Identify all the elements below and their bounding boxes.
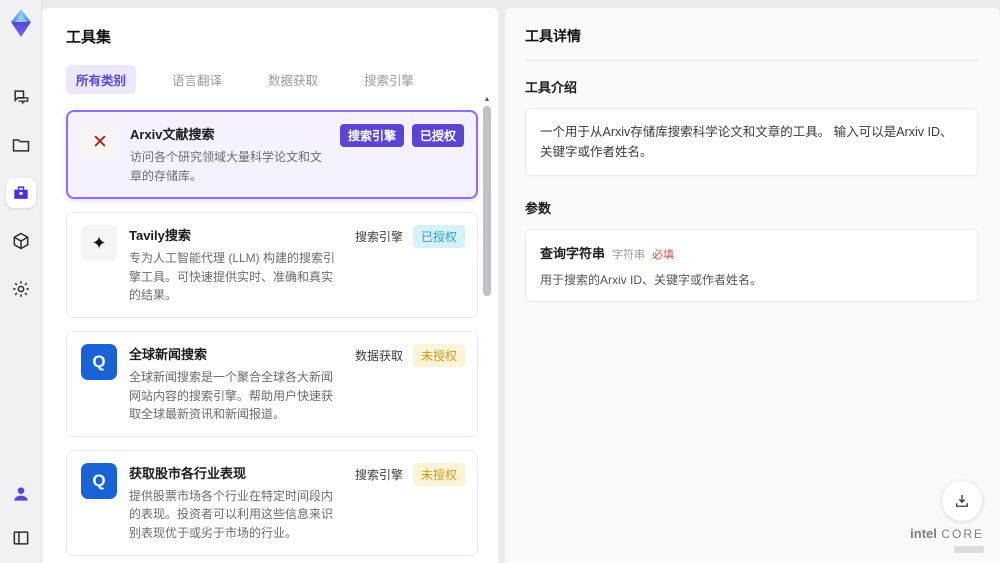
tool-category-badge: 搜索引擎 xyxy=(339,124,404,147)
intro-text: 一个用于从Arxiv存储库搜索科学论文和文章的工具。 输入可以是Arxiv ID… xyxy=(540,125,953,159)
news-app-icon: Q xyxy=(81,343,117,380)
tool-name: Tavily搜索 xyxy=(129,228,191,244)
tool-status-badge: 未授权 xyxy=(412,462,465,486)
tool-card-tavily[interactable]: ✦ Tavily搜索 专为人工智能代理 (LLM) 构建的搜索引擎工具。可快速提… xyxy=(66,212,478,318)
tool-card-sector-performance[interactable]: Q 获取股市各行业表现 提供股票市场各个行业在特定时间段内的表现。投资者可以利用… xyxy=(66,449,478,556)
param-name: 查询字符串 xyxy=(540,246,606,261)
tool-status-badge: 未授权 xyxy=(412,343,465,367)
scroll-up-arrow[interactable]: ▲ xyxy=(482,96,492,104)
folder-icon xyxy=(11,135,31,155)
page-title: 工具集 xyxy=(66,29,112,46)
left-nav-rail xyxy=(0,0,42,563)
tool-card-arxiv[interactable]: ✕ Arxiv文献搜索 访问各个研究领域大量科学论文和文章的存储库。 搜索引擎 … xyxy=(66,110,478,200)
sidebar-item-files[interactable] xyxy=(6,130,36,160)
sidebar-item-chat[interactable] xyxy=(6,82,36,112)
param-type: 字符串 xyxy=(612,249,646,261)
sidebar-item-collapse[interactable] xyxy=(6,523,36,553)
param-box: 查询字符串 字符串 必填 用于搜索的Arxiv ID、关键字或作者姓名。 xyxy=(525,229,978,302)
scrollbar-thumb[interactable] xyxy=(483,106,491,296)
gear-icon xyxy=(11,279,31,299)
toolbox-icon xyxy=(11,183,31,203)
tool-category-badge: 数据获取 xyxy=(354,348,403,363)
download-icon xyxy=(953,492,971,510)
brand-sub-bar xyxy=(954,546,984,553)
param-required-flag: 必填 xyxy=(652,249,675,261)
tavily-star-icon: ✦ xyxy=(81,225,117,262)
arxiv-logo-icon: ✕ xyxy=(82,124,118,160)
intro-heading: 工具介绍 xyxy=(525,80,578,95)
tool-description: 访问各个研究领域大量科学论文和文章的存储库。 xyxy=(130,150,323,183)
tool-description: 全球新闻搜索是一个聚合全球各大新闻网站内容的搜索引擎。帮助用户快速获取全球最新资… xyxy=(129,369,334,422)
category-tabs: 所有类别 语言翻译 数据获取 搜索引擎 xyxy=(66,65,474,94)
sidebar-item-settings[interactable] xyxy=(6,274,36,304)
panel-toggle-icon xyxy=(11,528,31,548)
param-description: 用于搜索的Arxiv ID、关键字或作者姓名。 xyxy=(540,273,763,287)
tool-category-badge: 搜索引擎 xyxy=(354,467,403,482)
download-button[interactable] xyxy=(942,481,982,521)
chat-icon xyxy=(11,87,31,107)
tools-panel: 工具集 所有类别 语言翻译 数据获取 搜索引擎 ✕ Arxiv文献搜索 访问各个… xyxy=(42,8,498,563)
intro-box: 一个用于从Arxiv存储库搜索科学论文和文章的工具。 输入可以是Arxiv ID… xyxy=(525,108,978,176)
intel-brand-text: intel xyxy=(910,526,937,541)
tab-data-fetch[interactable]: 数据获取 xyxy=(258,65,328,94)
finance-app-icon: Q xyxy=(81,462,117,499)
core-brand-text: CORE xyxy=(941,527,984,541)
tool-card-global-news[interactable]: Q 全球新闻搜索 全球新闻搜索是一个聚合全球各大新闻网站内容的搜索引擎。帮助用户… xyxy=(66,330,478,437)
tab-search-engine[interactable]: 搜索引擎 xyxy=(354,65,424,94)
tab-language-translation[interactable]: 语言翻译 xyxy=(162,65,232,94)
intel-core-logo: intel CORE xyxy=(910,525,984,553)
tool-description: 提供股票市场各个行业在特定时间段内的表现。投资者可以利用这些信息来识别表现优于或… xyxy=(129,488,334,540)
sidebar-item-tools[interactable] xyxy=(5,178,36,208)
tool-name: Arxiv文献搜索 xyxy=(130,127,215,142)
app-logo xyxy=(6,8,36,38)
cube-icon xyxy=(11,231,31,251)
workspace: 工具集 所有类别 语言翻译 数据获取 搜索引擎 ✕ Arxiv文献搜索 访问各个… xyxy=(42,0,1000,563)
tool-name: 全球新闻搜索 xyxy=(129,346,208,362)
user-avatar-icon xyxy=(11,484,31,504)
list-scrollbar[interactable]: ▲ ▼ xyxy=(482,96,492,563)
tab-all-categories[interactable]: 所有类别 xyxy=(66,65,137,94)
sidebar-item-packages[interactable] xyxy=(6,226,36,256)
sidebar-item-account[interactable] xyxy=(6,479,36,509)
tool-category-badge: 搜索引擎 xyxy=(354,230,403,245)
tool-status-badge: 已授权 xyxy=(411,124,464,147)
tool-description: 专为人工智能代理 (LLM) 构建的搜索引擎工具。可快速提供实时、准确和真实的结… xyxy=(129,251,336,303)
tool-details-panel: 工具详情 工具介绍 一个用于从Arxiv存储库搜索科学论文和文章的工具。 输入可… xyxy=(505,8,1000,563)
params-heading: 参数 xyxy=(525,201,552,216)
tool-status-badge: 已授权 xyxy=(412,225,465,249)
tool-name: 获取股市各行业表现 xyxy=(129,465,247,481)
details-title: 工具详情 xyxy=(525,26,978,61)
tool-list: ✕ Arxiv文献搜索 访问各个研究领域大量科学论文和文章的存储库。 搜索引擎 … xyxy=(66,110,478,563)
